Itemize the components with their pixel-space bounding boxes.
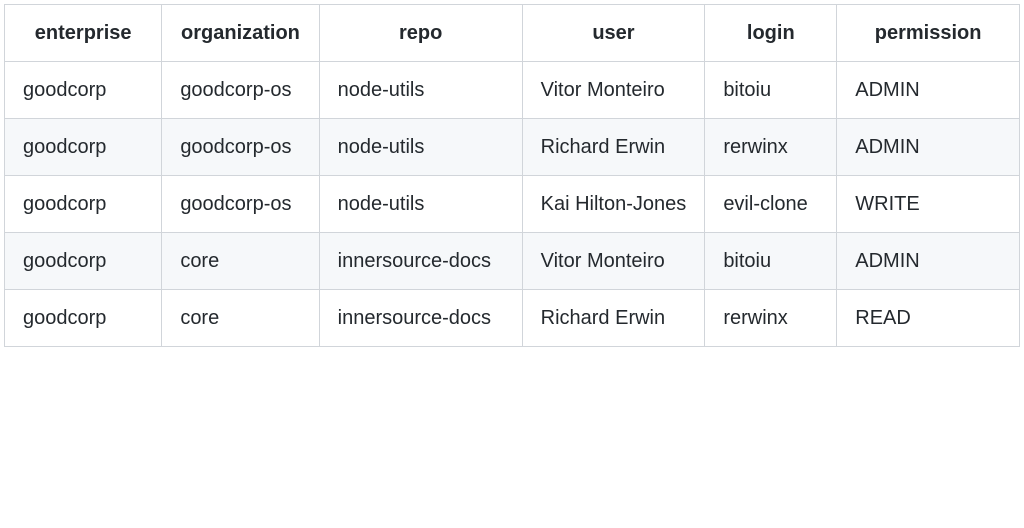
table-header-row: enterprise organization repo user login …	[5, 5, 1020, 62]
cell-repo: innersource-docs	[319, 233, 522, 290]
cell-enterprise: goodcorp	[5, 119, 162, 176]
cell-login: evil-clone	[705, 176, 837, 233]
cell-user: Richard Erwin	[522, 119, 705, 176]
cell-organization: goodcorp-os	[162, 119, 319, 176]
cell-organization: core	[162, 233, 319, 290]
col-repo: repo	[319, 5, 522, 62]
cell-permission: READ	[837, 290, 1020, 347]
cell-enterprise: goodcorp	[5, 62, 162, 119]
col-login: login	[705, 5, 837, 62]
cell-login: bitoiu	[705, 233, 837, 290]
table-row: goodcorp goodcorp-os node-utils Richard …	[5, 119, 1020, 176]
cell-enterprise: goodcorp	[5, 290, 162, 347]
cell-repo: node-utils	[319, 62, 522, 119]
col-user: user	[522, 5, 705, 62]
cell-repo: node-utils	[319, 119, 522, 176]
cell-login: bitoiu	[705, 62, 837, 119]
table-row: goodcorp core innersource-docs Richard E…	[5, 290, 1020, 347]
cell-organization: core	[162, 290, 319, 347]
cell-login: rerwinx	[705, 290, 837, 347]
col-permission: permission	[837, 5, 1020, 62]
cell-organization: goodcorp-os	[162, 176, 319, 233]
cell-permission: ADMIN	[837, 119, 1020, 176]
col-organization: organization	[162, 5, 319, 62]
cell-repo: innersource-docs	[319, 290, 522, 347]
col-enterprise: enterprise	[5, 5, 162, 62]
cell-organization: goodcorp-os	[162, 62, 319, 119]
table-row: goodcorp goodcorp-os node-utils Kai Hilt…	[5, 176, 1020, 233]
cell-permission: ADMIN	[837, 62, 1020, 119]
cell-permission: WRITE	[837, 176, 1020, 233]
cell-repo: node-utils	[319, 176, 522, 233]
cell-enterprise: goodcorp	[5, 176, 162, 233]
cell-user: Vitor Monteiro	[522, 62, 705, 119]
cell-enterprise: goodcorp	[5, 233, 162, 290]
cell-user: Richard Erwin	[522, 290, 705, 347]
cell-user: Vitor Monteiro	[522, 233, 705, 290]
table-row: goodcorp goodcorp-os node-utils Vitor Mo…	[5, 62, 1020, 119]
permissions-table: enterprise organization repo user login …	[4, 4, 1020, 347]
cell-login: rerwinx	[705, 119, 837, 176]
cell-permission: ADMIN	[837, 233, 1020, 290]
table-row: goodcorp core innersource-docs Vitor Mon…	[5, 233, 1020, 290]
cell-user: Kai Hilton-Jones	[522, 176, 705, 233]
